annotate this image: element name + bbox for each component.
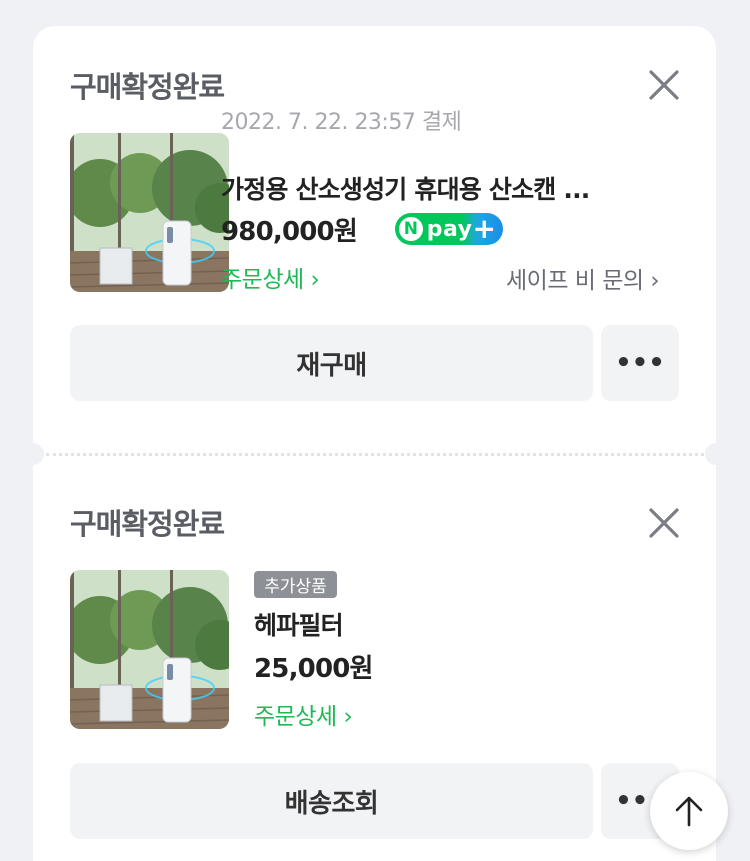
scroll-to-top-button[interactable] bbox=[650, 772, 728, 850]
rebuy-button[interactable]: 재구매 bbox=[70, 325, 593, 401]
order-detail-link[interactable]: 주문상세 › bbox=[221, 260, 320, 294]
seller-inquiry-label: 세이프 비 문의 bbox=[506, 268, 644, 294]
naver-n-icon: N bbox=[399, 217, 423, 241]
order-detail-link[interactable]: 주문상세 › bbox=[254, 697, 353, 731]
product-thumbnail[interactable] bbox=[70, 133, 229, 292]
track-delivery-button[interactable]: 배송조회 bbox=[70, 763, 593, 839]
product-price: 980,000원 bbox=[221, 217, 358, 247]
ticket-notch-right bbox=[705, 443, 727, 465]
product-thumbnail[interactable] bbox=[70, 570, 229, 729]
chevron-right-icon: › bbox=[303, 267, 320, 293]
chevron-right-icon: › bbox=[336, 704, 353, 730]
plus-icon: + bbox=[472, 212, 496, 245]
seller-inquiry-link[interactable]: 세이프 비 문의 › bbox=[506, 261, 660, 295]
card-divider bbox=[46, 453, 704, 456]
additional-product-badge: 추가상품 bbox=[254, 571, 337, 598]
product-name[interactable]: 헤파필터 bbox=[254, 606, 344, 642]
close-icon[interactable] bbox=[646, 67, 682, 103]
product-name[interactable]: 가정용 산소생성기 휴대용 산소캔 ... bbox=[221, 170, 590, 206]
order-status: 구매확정완료 bbox=[70, 507, 225, 541]
npay-plus-badge: N pay + bbox=[395, 213, 503, 245]
payment-date: 2022. 7. 22. 23:57 결제 bbox=[221, 110, 462, 135]
npay-label: pay bbox=[426, 216, 473, 242]
chevron-right-icon: › bbox=[643, 268, 660, 294]
arrow-up-icon bbox=[675, 796, 703, 827]
product-price: 25,000원 bbox=[254, 654, 373, 684]
close-icon[interactable] bbox=[646, 505, 682, 541]
order-detail-label: 주문상세 bbox=[221, 267, 304, 293]
ticket-notch-left bbox=[22, 443, 44, 465]
order-status: 구매확정완료 bbox=[70, 70, 225, 104]
more-options-button[interactable]: ••• bbox=[601, 325, 679, 401]
order-detail-label: 주문상세 bbox=[254, 704, 337, 730]
